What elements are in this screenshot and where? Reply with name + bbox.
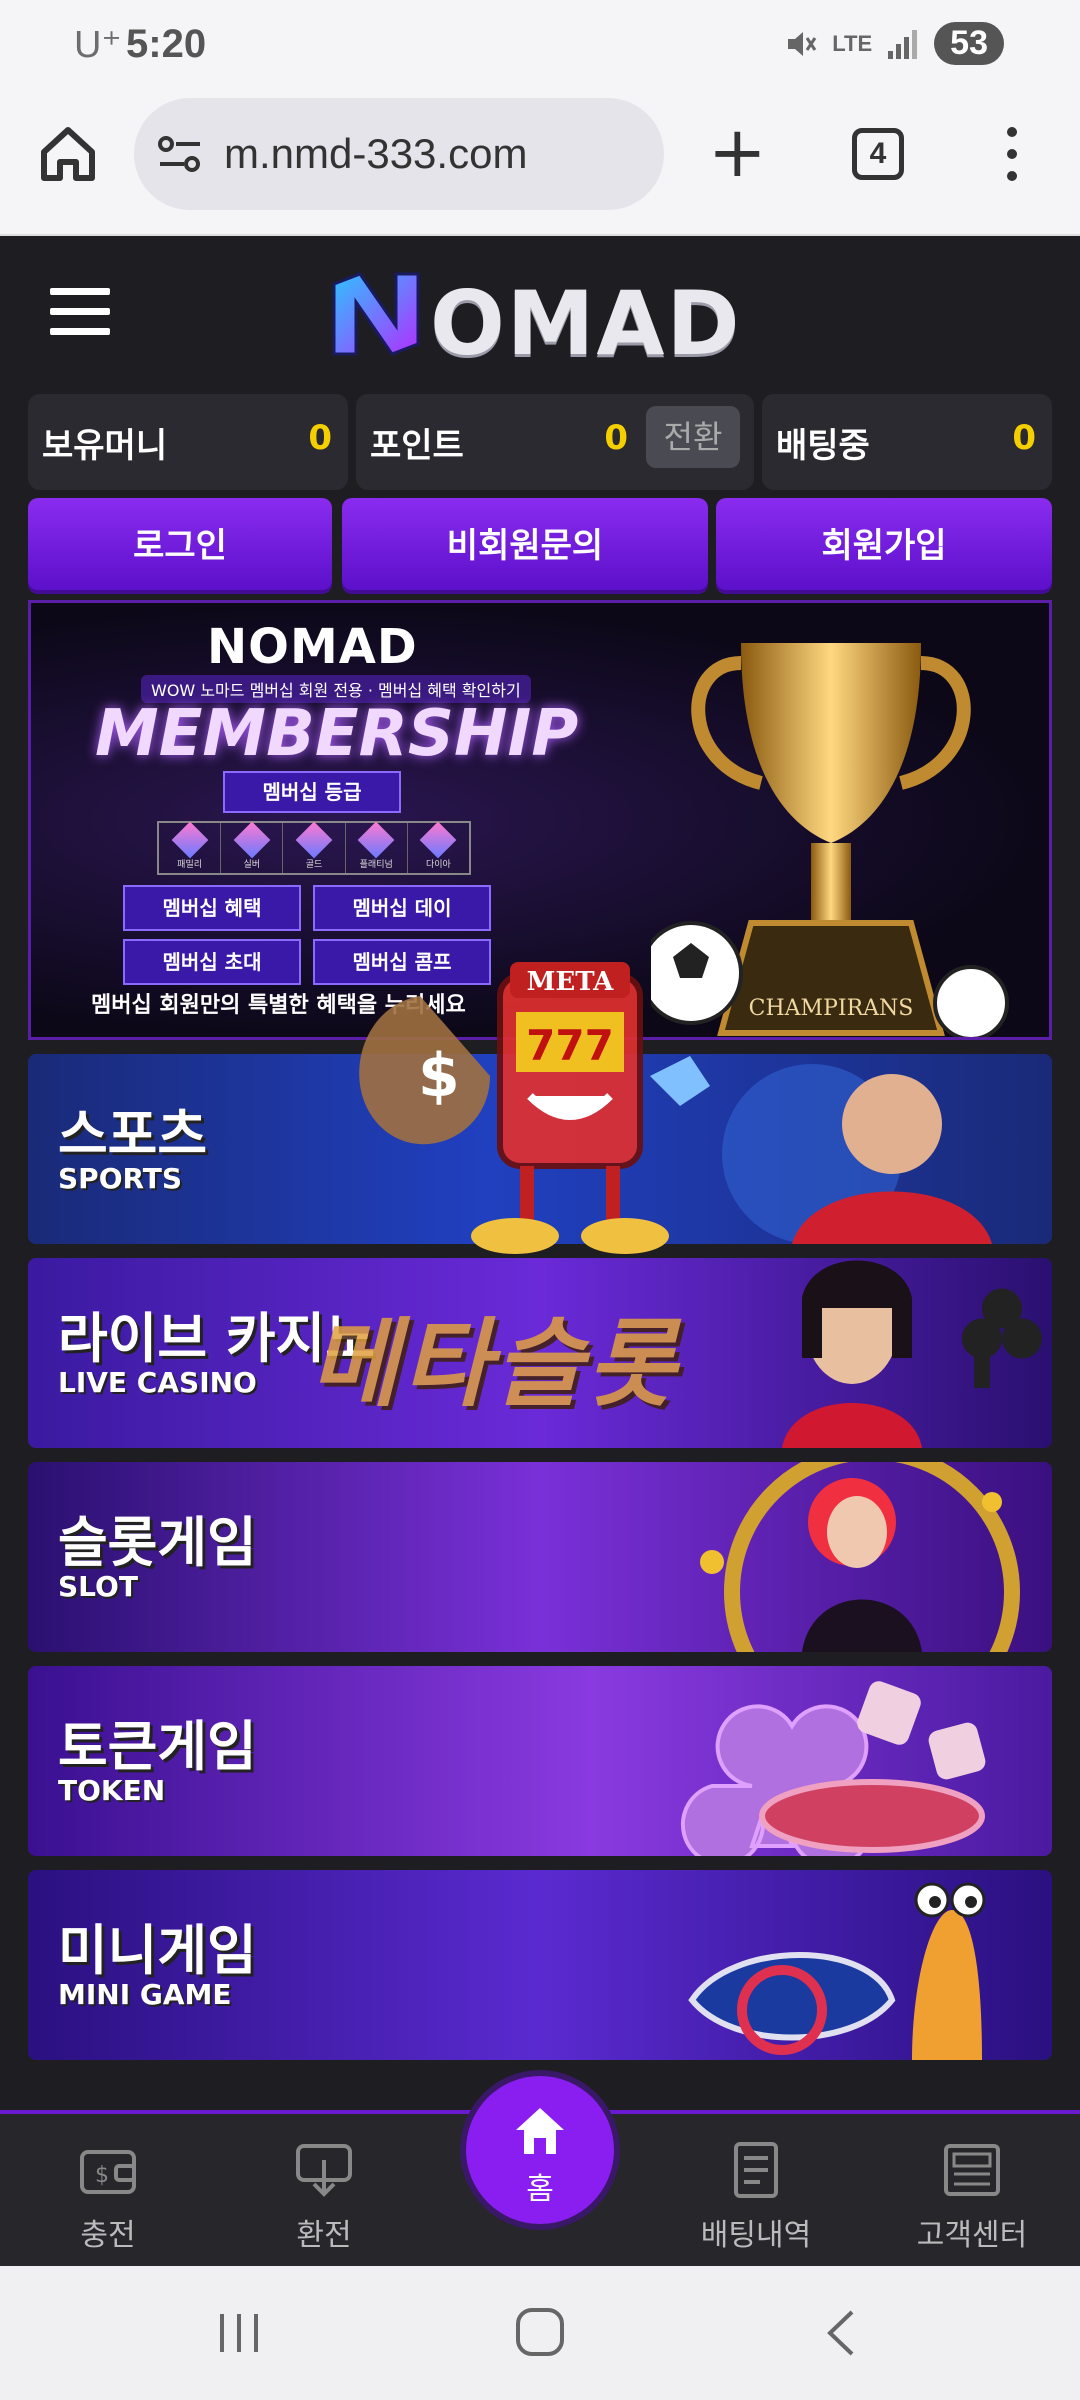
tab-switcher-button[interactable]: 4 bbox=[852, 128, 904, 180]
banner-footer: 멤버십 회원만의 특별한 혜택을 누리세요 bbox=[91, 993, 466, 1018]
nomad-n-logo-icon bbox=[332, 272, 420, 356]
trophy-label: CHAMPIRANS bbox=[749, 996, 914, 1021]
nav-home-button[interactable]: 홈 bbox=[466, 2076, 614, 2224]
membership-grade-button[interactable]: 멤버십 등급 bbox=[223, 771, 401, 813]
logo-text: OMAD bbox=[430, 272, 742, 375]
slot-subtitle: SLOT bbox=[58, 1570, 138, 1603]
more-menu-icon[interactable] bbox=[1000, 122, 1024, 186]
live-casino-subtitle: LIVE CASINO bbox=[58, 1366, 257, 1399]
document-icon bbox=[734, 2142, 778, 2198]
nav-withdraw-label: 환전 bbox=[296, 2218, 352, 2253]
signup-button[interactable]: 회원가입 bbox=[716, 498, 1052, 594]
nav-deposit[interactable]: $ 충전 bbox=[28, 2142, 188, 2254]
status-icons: LTE 53 bbox=[782, 22, 1004, 65]
banner-title: MEMBERSHIP bbox=[95, 697, 579, 771]
site-settings-icon[interactable] bbox=[158, 134, 202, 174]
balance-value: 0 bbox=[308, 418, 332, 458]
wallet-icon: $ bbox=[80, 2150, 136, 2194]
nav-deposit-label: 충전 bbox=[80, 2218, 136, 2253]
slot-banner[interactable]: 슬롯게임 SLOT bbox=[28, 1462, 1052, 1652]
login-button[interactable]: 로그인 bbox=[28, 498, 332, 594]
betting-value: 0 bbox=[1012, 418, 1036, 458]
betting-box: 배팅중 0 bbox=[762, 394, 1052, 490]
membership-day-button[interactable]: 멤버십 데이 bbox=[313, 885, 491, 931]
membership-banner[interactable]: NOMAD WOW 노마드 멤버십 회원 전용 · 멤버십 혜택 확인하기 ME… bbox=[28, 600, 1052, 1040]
nav-betting-history[interactable]: 배팅내역 bbox=[676, 2142, 836, 2254]
grade-gems: 패밀리 실버 골드 플래티넘 다이아 bbox=[157, 821, 471, 875]
gem-icon bbox=[233, 821, 271, 858]
gem-icon bbox=[420, 821, 457, 858]
withdraw-icon bbox=[296, 2144, 352, 2197]
nav-home-label: 홈 bbox=[526, 2172, 554, 2207]
nav-support[interactable]: 고객센터 bbox=[892, 2142, 1052, 2254]
status-bar: U⁺ 5:20 LTE 53 bbox=[0, 0, 1080, 92]
points-value: 0 bbox=[604, 418, 628, 458]
system-nav-bar bbox=[0, 2266, 1080, 2400]
convert-points-button[interactable]: 전환 bbox=[646, 406, 740, 468]
address-bar[interactable]: m.nmd-333.com bbox=[134, 98, 664, 210]
points-box: 포인트 0 전환 bbox=[356, 394, 754, 490]
token-title: 토큰게임 bbox=[58, 1715, 257, 1778]
points-label: 포인트 bbox=[370, 426, 464, 466]
url-text: m.nmd-333.com bbox=[224, 130, 528, 177]
trophy-icon: CHAMPIRANS bbox=[651, 643, 1009, 1037]
dealer-icon bbox=[782, 1260, 1042, 1448]
gem-icon bbox=[171, 821, 208, 858]
signal-icon bbox=[888, 29, 918, 59]
clock: 5:20 bbox=[126, 22, 207, 66]
carrier-label: U⁺ bbox=[74, 24, 122, 66]
guest-inquiry-button[interactable]: 비회원문의 bbox=[342, 498, 708, 594]
nav-support-label: 고객센터 bbox=[916, 2218, 1028, 2253]
site-content: OMAD 보유머니 0 포인트 0 전환 배팅중 0 로그인 비회원문의 회원가… bbox=[0, 236, 1080, 2220]
membership-comp-button[interactable]: 멤버십 콤프 bbox=[313, 939, 491, 985]
browser-toolbar: m.nmd-333.com + 4 bbox=[0, 92, 1080, 236]
new-tab-button[interactable]: + bbox=[708, 117, 767, 187]
gem-icon bbox=[357, 821, 395, 858]
recent-apps-icon[interactable] bbox=[214, 2308, 264, 2358]
meta-slot-watermark: 메타슬롯 bbox=[310, 1308, 680, 1420]
grade-gem: 패밀리 bbox=[159, 821, 222, 873]
newspaper-icon bbox=[944, 2144, 1000, 2196]
sports-banner[interactable]: 스포츠 SPORTS bbox=[28, 1054, 1052, 1244]
token-banner[interactable]: 토큰게임 TOKEN bbox=[28, 1666, 1052, 1856]
slot-title: 슬롯게임 bbox=[58, 1511, 257, 1574]
token-subtitle: TOKEN bbox=[58, 1774, 166, 1807]
svg-text:$: $ bbox=[95, 2163, 109, 2188]
battery-indicator: 53 bbox=[934, 22, 1004, 65]
banner-logo: NOMAD bbox=[207, 619, 418, 675]
membership-benefits-button[interactable]: 멤버십 혜택 bbox=[123, 885, 301, 931]
home-icon bbox=[516, 2108, 564, 2154]
grade-gem: 골드 bbox=[283, 821, 346, 873]
nav-withdraw[interactable]: 환전 bbox=[244, 2142, 404, 2254]
browser-home-icon[interactable] bbox=[36, 122, 100, 186]
snail-racer-icon bbox=[688, 1882, 986, 2060]
sports-subtitle: SPORTS bbox=[58, 1162, 183, 1195]
mini-game-banner[interactable]: 미니게임 MINI GAME bbox=[28, 1870, 1052, 2060]
slot-character-icon bbox=[700, 1462, 1020, 1652]
membership-invite-button[interactable]: 멤버십 초대 bbox=[123, 939, 301, 985]
token-chips-icon bbox=[680, 1681, 986, 1856]
grade-gem: 실버 bbox=[221, 821, 284, 873]
mini-game-title: 미니게임 bbox=[58, 1919, 257, 1982]
sports-title: 스포츠 bbox=[58, 1103, 208, 1166]
betting-label: 배팅중 bbox=[776, 426, 870, 466]
balance-box: 보유머니 0 bbox=[28, 394, 348, 490]
mini-game-subtitle: MINI GAME bbox=[58, 1978, 232, 2011]
system-home-icon[interactable] bbox=[514, 2306, 566, 2358]
nav-betting-history-label: 배팅내역 bbox=[700, 2218, 812, 2253]
grade-gem: 플래티넘 bbox=[346, 821, 408, 873]
network-type: LTE bbox=[832, 30, 873, 56]
grade-gem: 다이아 bbox=[408, 821, 469, 873]
soccer-player-icon bbox=[722, 1064, 992, 1244]
mute-icon bbox=[788, 31, 817, 56]
gem-icon bbox=[295, 821, 333, 858]
hamburger-menu-icon[interactable] bbox=[50, 288, 110, 336]
back-icon[interactable] bbox=[818, 2308, 868, 2358]
site-logo[interactable]: OMAD bbox=[326, 266, 756, 375]
balance-label: 보유머니 bbox=[42, 426, 168, 466]
